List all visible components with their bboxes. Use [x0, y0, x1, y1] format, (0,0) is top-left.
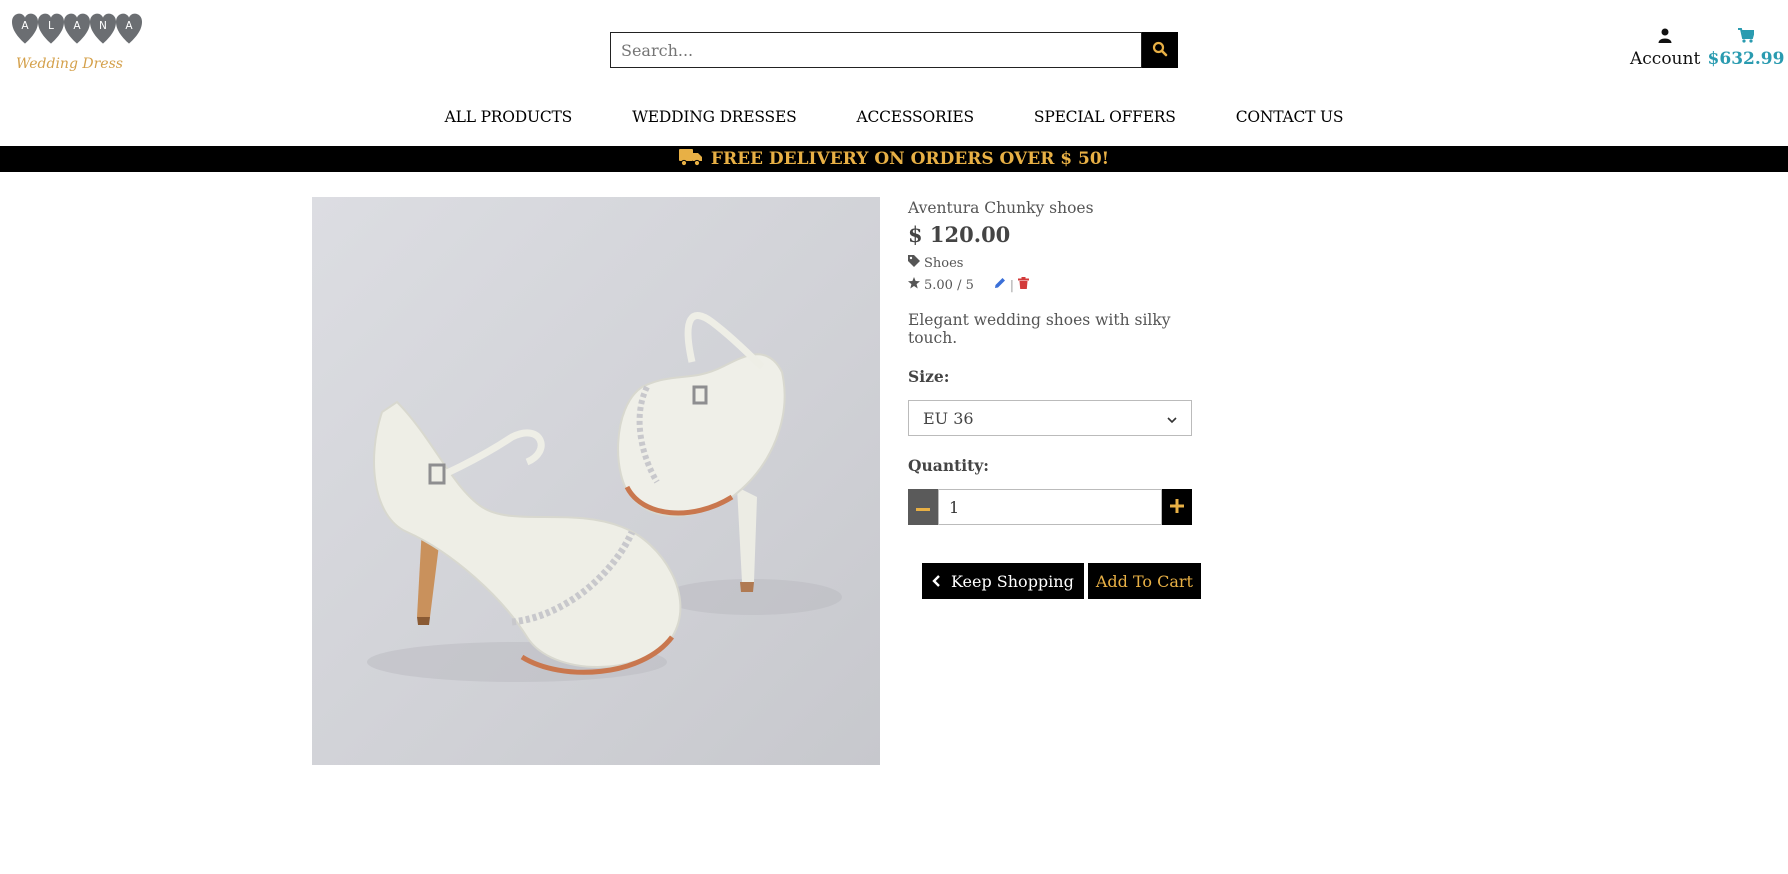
- product-category[interactable]: Shoes: [908, 255, 1208, 271]
- quantity-input[interactable]: [938, 489, 1162, 525]
- chevron-left-icon: [932, 572, 941, 591]
- logo-letter: A: [125, 20, 133, 32]
- size-value: EU 36: [923, 408, 974, 428]
- search-bar: [610, 32, 1178, 68]
- cart-total: $632.99: [1707, 49, 1785, 69]
- product-rating: 5.00 / 5 |: [908, 277, 1208, 293]
- truck-icon: [678, 148, 703, 171]
- logo-hearts: ALANA: [12, 10, 168, 48]
- logo-heart-3: N: [90, 10, 116, 48]
- quantity-label: Quantity:: [908, 456, 990, 475]
- nav-accessories[interactable]: ACCESSORIES: [856, 108, 974, 126]
- main-nav: ALL PRODUCTS WEDDING DRESSES ACCESSORIES…: [0, 108, 1788, 126]
- site-logo[interactable]: A L A N A Wedding Dress: [12, 10, 168, 78]
- increment-button[interactable]: [1162, 489, 1192, 525]
- site-header: A L A N A Wedding Dress Account $632.99 ALL …: [0, 0, 1788, 146]
- product-actions: Keep Shopping Add To Cart: [922, 563, 1201, 599]
- logo-heart-0: A: [12, 10, 38, 48]
- nav-all-products[interactable]: ALL PRODUCTS: [445, 108, 573, 126]
- account-link[interactable]: Account: [1630, 28, 1700, 69]
- add-to-cart-button[interactable]: Add To Cart: [1087, 563, 1201, 599]
- chevron-down-icon: [1167, 409, 1177, 428]
- logo-letter: A: [73, 20, 81, 32]
- search-input[interactable]: [610, 32, 1142, 68]
- category-label: Shoes: [924, 255, 964, 271]
- decrement-button[interactable]: [908, 489, 938, 525]
- logo-letter: A: [21, 20, 29, 32]
- search-icon: [1152, 41, 1168, 60]
- size-select[interactable]: EU 36: [908, 400, 1192, 436]
- plus-icon: [1170, 498, 1184, 516]
- delete-icon[interactable]: [1017, 277, 1029, 293]
- product-description: Elegant wedding shoes with silky touch.: [908, 311, 1171, 347]
- logo-heart-1: L: [38, 10, 64, 48]
- logo-letter: N: [99, 20, 107, 32]
- cart-link[interactable]: $632.99: [1706, 28, 1786, 69]
- size-label: Size:: [908, 367, 950, 386]
- product-image: [312, 197, 880, 765]
- keep-shopping-label: Keep Shopping: [951, 571, 1074, 591]
- shopping-cart-icon: [1738, 28, 1756, 47]
- action-divider: |: [1009, 278, 1014, 292]
- delivery-banner-text: FREE DELIVERY ON ORDERS OVER $ 50!: [710, 149, 1110, 169]
- tag-icon: [908, 255, 920, 271]
- delivery-banner: FREE DELIVERY ON ORDERS OVER $ 50!: [0, 146, 1788, 172]
- logo-heart-4: A: [116, 10, 142, 48]
- account-label: Account: [1630, 49, 1701, 69]
- product-details: Aventura Chunky shoes $ 120.00 Shoes 5.0…: [908, 197, 1208, 525]
- user-icon: [1658, 28, 1672, 47]
- product-price: $ 120.00: [908, 222, 1011, 247]
- product-name: Aventura Chunky shoes: [908, 199, 1094, 217]
- logo-heart-2: A: [64, 10, 90, 48]
- quantity-stepper: [908, 489, 1192, 525]
- logo-letter: L: [48, 20, 54, 32]
- nav-special-offers[interactable]: SPECIAL OFFERS: [1034, 108, 1176, 126]
- nav-contact-us[interactable]: CONTACT US: [1236, 108, 1344, 126]
- keep-shopping-button[interactable]: Keep Shopping: [922, 563, 1084, 599]
- nav-wedding-dresses[interactable]: WEDDING DRESSES: [632, 108, 797, 126]
- star-icon: [908, 277, 920, 293]
- rating-value: 5.00 / 5: [924, 277, 974, 293]
- search-button[interactable]: [1142, 32, 1178, 68]
- edit-icon[interactable]: [994, 277, 1006, 293]
- minus-icon: [916, 500, 930, 515]
- logo-subtitle: Wedding Dress: [16, 56, 123, 72]
